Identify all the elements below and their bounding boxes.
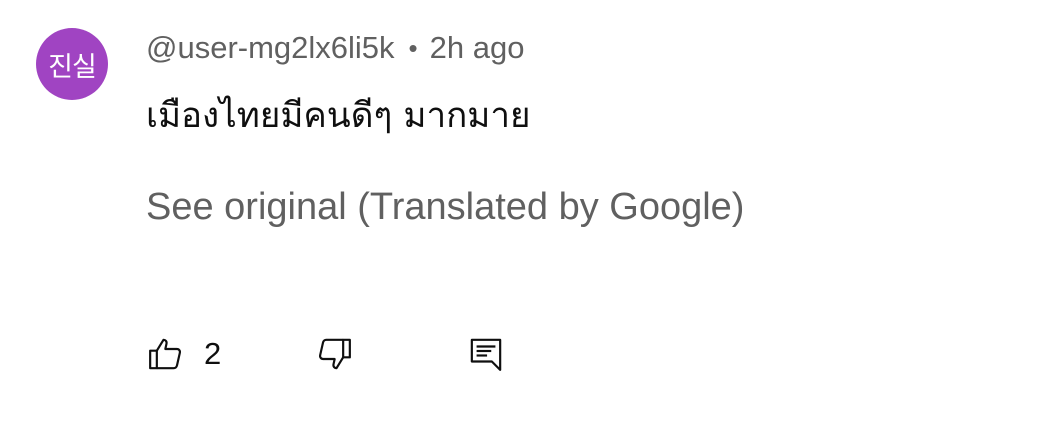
author-name[interactable]: @user-mg2lx6li5k	[146, 30, 395, 66]
thumbs-up-icon	[146, 334, 186, 374]
avatar[interactable]: 진실	[36, 28, 108, 100]
reply-button[interactable]	[466, 330, 506, 378]
thumbs-down-icon	[314, 334, 354, 374]
comment-header: @user-mg2lx6li5k • 2h ago	[146, 26, 524, 70]
comment-actions: 2	[0, 330, 1038, 378]
like-count: 2	[204, 336, 222, 371]
like-button[interactable]: 2	[146, 330, 221, 378]
reply-comment-icon	[466, 334, 506, 374]
header-separator: •	[408, 32, 418, 63]
see-original-link[interactable]: See original (Translated by Google)	[146, 186, 744, 229]
comment-text: เมืองไทยมีคนดีๆ มากมาย	[146, 96, 531, 136]
comment-timestamp[interactable]: 2h ago	[430, 30, 525, 66]
dislike-button[interactable]	[314, 330, 354, 378]
